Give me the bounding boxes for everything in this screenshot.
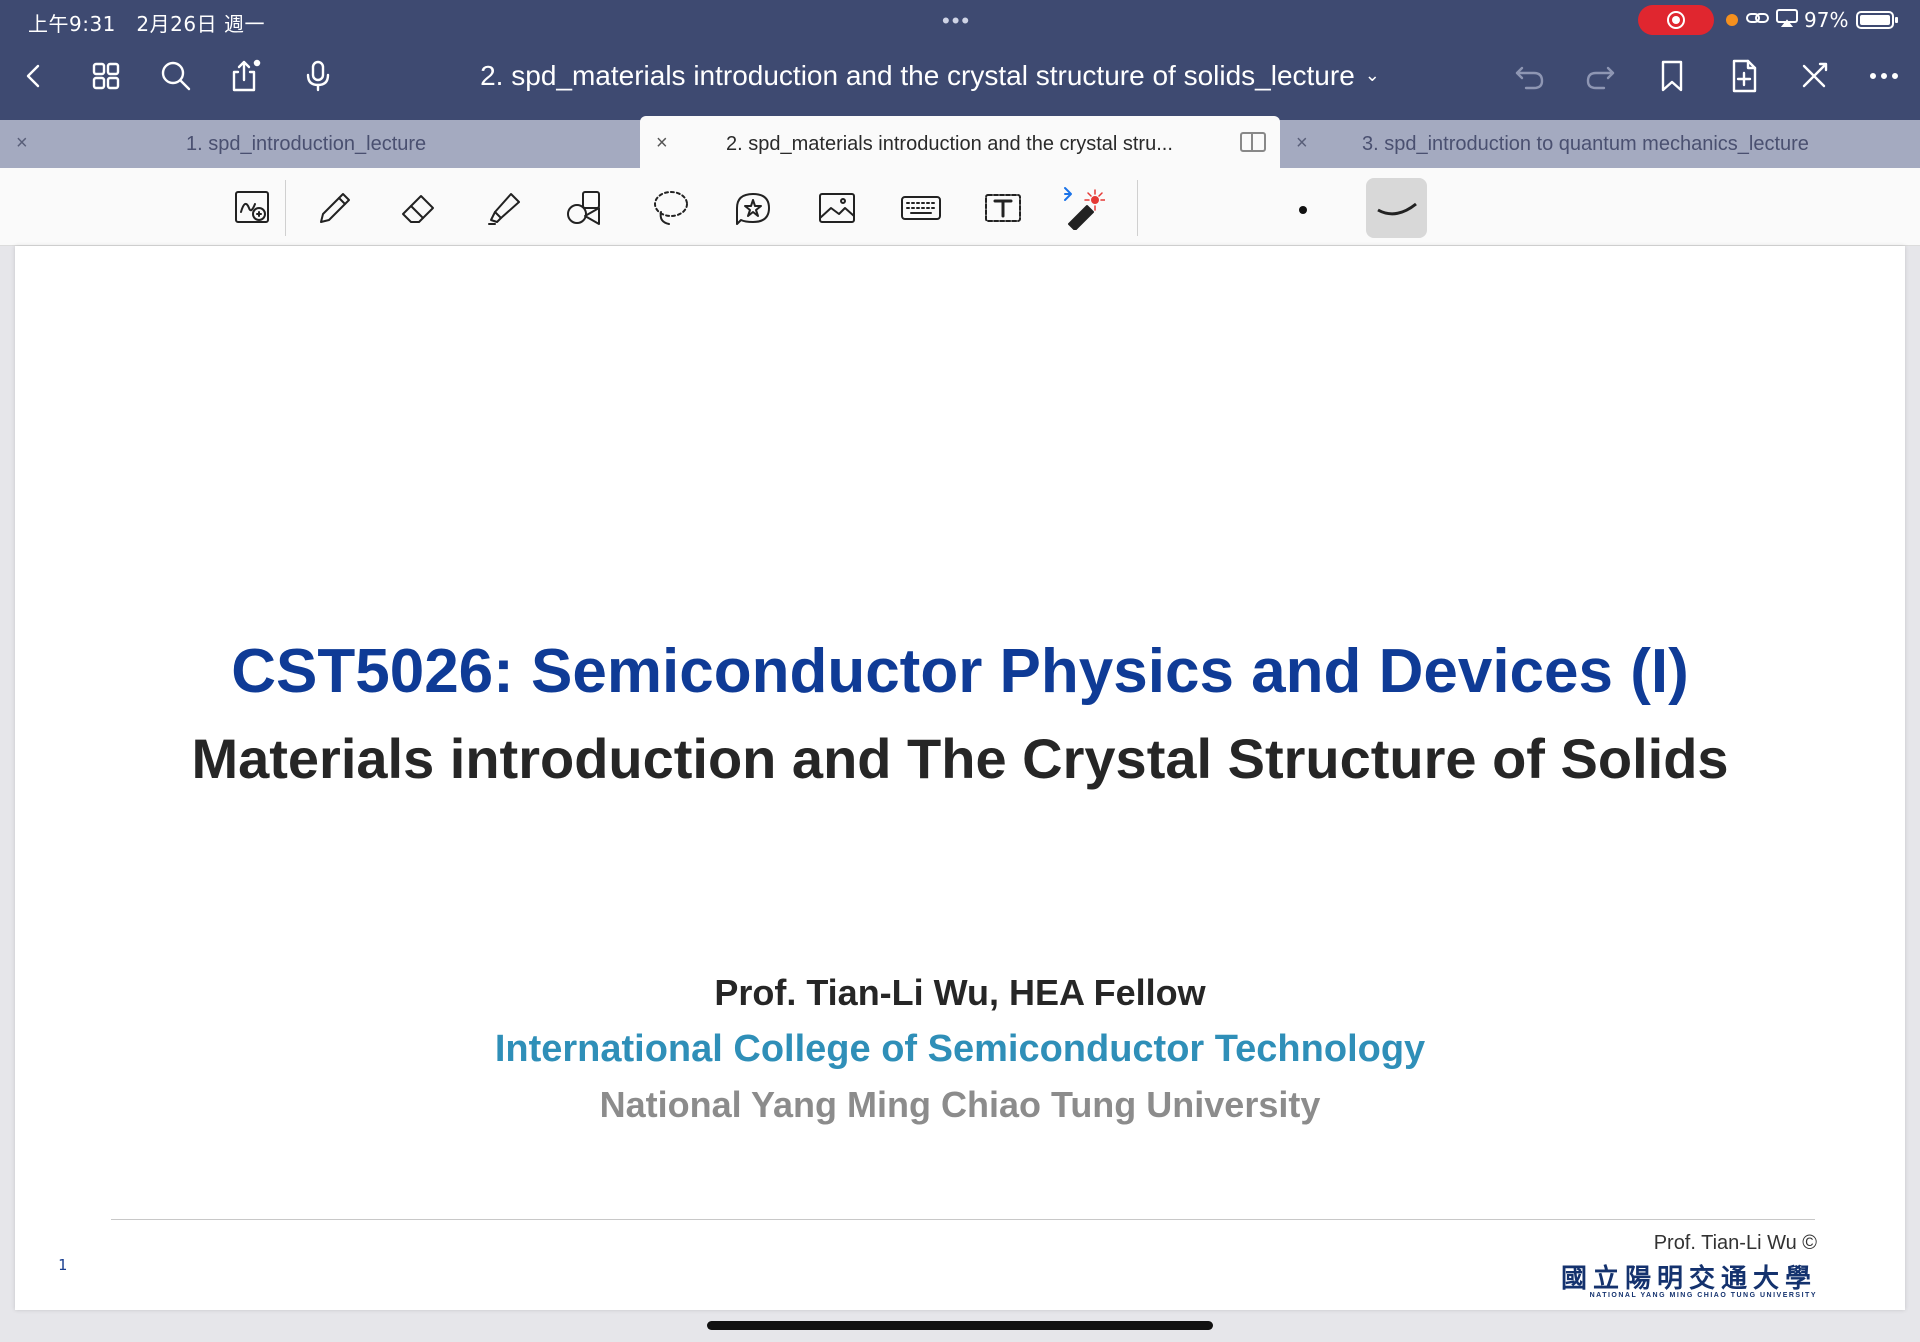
college-name: International College of Semiconductor T… [494, 1028, 1426, 1070]
copyright-text: Prof. Tian-Li Wu © [1653, 1232, 1817, 1254]
slide-subtitle: Materials introduction and The Crystal S… [191, 727, 1729, 790]
grid-icon[interactable] [86, 56, 126, 96]
close-tab-icon[interactable]: × [16, 132, 28, 155]
stroke-curve-icon [1377, 202, 1417, 216]
university-logo-chinese: 國立陽明交通大學 [1560, 1264, 1817, 1294]
battery-icon [1856, 11, 1898, 29]
page-number: 1 [58, 1256, 68, 1274]
multitasking-handle[interactable]: ••• [942, 8, 971, 34]
add-page-icon[interactable] [1724, 56, 1764, 96]
university-name: National Yang Ming Chiao Tung University [599, 1084, 1321, 1125]
lasso-icon[interactable] [646, 184, 696, 232]
slide-title: CST5026: Semiconductor Physics and Devic… [231, 637, 1689, 706]
close-tab-icon[interactable]: × [1296, 132, 1308, 155]
back-icon[interactable] [14, 56, 54, 96]
more-icon[interactable] [1864, 56, 1904, 96]
tab-bar: × 1. spd_introduction_lecture × 2. spd_m… [0, 116, 1920, 168]
airplay-icon [1776, 9, 1798, 27]
status-time: 上午9:31 2月26日 週一 [28, 12, 265, 36]
tab-2[interactable]: × 2. spd_materials introduction and the … [640, 116, 1280, 168]
presenter-name: Prof. Tian-Li Wu, HEA Fellow [714, 972, 1206, 1013]
zoom-window-icon[interactable] [228, 184, 278, 232]
document-title-text: 2. spd_materials introduction and the cr… [480, 60, 1355, 91]
keyboard-icon[interactable] [896, 184, 946, 232]
sticker-icon[interactable] [728, 184, 778, 232]
tab-label: 1. spd_introduction_lecture [186, 133, 427, 155]
bookmark-icon[interactable] [1652, 56, 1692, 96]
search-icon[interactable] [156, 56, 196, 96]
tab-3[interactable]: × 3. spd_introduction to quantum mechani… [1280, 120, 1920, 168]
slide-page[interactable]: CST5026: Semiconductor Physics and Devic… [15, 246, 1905, 1310]
text-box-icon[interactable] [978, 184, 1028, 232]
screen-recording-indicator[interactable] [1638, 5, 1714, 35]
tab-1[interactable]: × 1. spd_introduction_lecture [0, 120, 640, 168]
split-view-icon[interactable] [1240, 132, 1266, 152]
image-icon[interactable] [812, 184, 862, 232]
share-icon[interactable] [226, 56, 266, 96]
pen-icon[interactable] [310, 184, 360, 232]
highlighter-icon[interactable] [478, 184, 528, 232]
divider [1137, 180, 1138, 236]
shapes-icon[interactable] [560, 184, 610, 232]
annotation-toolbar [0, 168, 1920, 246]
chevron-down-icon: ⌄ [1364, 65, 1380, 85]
university-logo-english: NATIONAL YANG MING CHIAO TUNG UNIVERSITY [1589, 1292, 1817, 1299]
document-title[interactable]: 2. spd_materials introduction and the cr… [420, 60, 1440, 92]
microphone-icon[interactable] [298, 56, 338, 96]
footer-divider [111, 1219, 1815, 1220]
eraser-icon[interactable] [394, 184, 444, 232]
tab-label: 3. spd_introduction to quantum mechanics… [1362, 133, 1809, 155]
home-indicator[interactable] [707, 1321, 1213, 1330]
tab-label: 2. spd_materials introduction and the cr… [726, 133, 1173, 155]
stroke-style-button[interactable] [1366, 178, 1427, 238]
laser-pointer-icon[interactable] [1058, 184, 1108, 232]
link-icon [1746, 13, 1769, 23]
mic-in-use-dot [1726, 14, 1738, 26]
top-bar: 上午9:31 2月26日 週一 ••• 97% 2. spd_materials… [0, 0, 1920, 120]
divider [285, 180, 286, 236]
close-toolbar-icon[interactable] [1794, 56, 1834, 96]
undo-icon[interactable] [1510, 56, 1550, 96]
close-tab-icon[interactable]: × [656, 132, 668, 155]
battery-percent: 97% [1804, 8, 1849, 32]
record-icon [1667, 11, 1685, 29]
pen-size-dot[interactable] [1299, 206, 1307, 214]
redo-icon[interactable] [1580, 56, 1620, 96]
